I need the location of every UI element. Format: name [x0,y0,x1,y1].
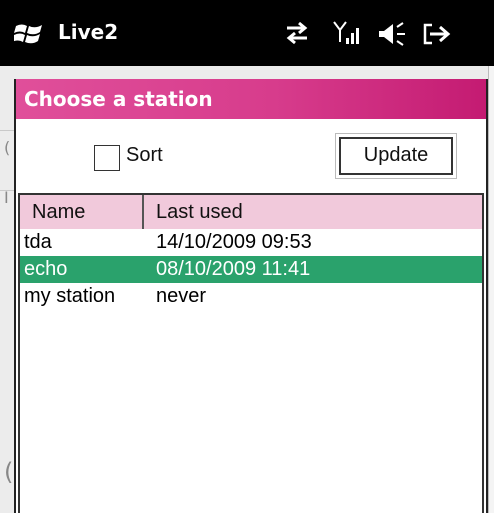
volume-icon[interactable] [377,20,407,48]
column-header-name[interactable]: Name [20,195,144,229]
list-header: Name Last used [20,195,482,229]
windows-logo-icon[interactable] [14,22,44,46]
app-title: Live2 [58,20,119,44]
list-row[interactable]: my station never [20,283,482,310]
scrollbar[interactable] [488,66,494,513]
sort-label[interactable]: Sort [126,144,163,167]
data-connection-icon[interactable] [283,20,311,46]
background-fragment: I [4,188,9,207]
background-fragment: ( [4,458,14,486]
update-button[interactable]: Update [335,133,457,179]
station-list[interactable]: Name Last used tda 14/10/2009 09:53 echo… [18,193,484,513]
list-row[interactable]: tda 14/10/2009 09:53 [20,229,482,256]
list-row-selected[interactable]: echo 08/10/2009 11:41 [20,256,482,283]
station-name: my station [24,285,116,307]
background-fragment: ( [4,138,11,157]
station-last-used: 14/10/2009 09:53 [156,231,312,253]
station-last-used: never [156,285,207,307]
station-name: tda [24,231,52,253]
signal-strength-icon[interactable] [332,20,366,50]
choose-station-dialog: Choose a station Sort Update Name Last u… [14,79,488,513]
station-name: echo [24,258,68,280]
dialog-title: Choose a station [16,79,486,119]
sort-checkbox[interactable] [94,145,120,171]
column-header-last-used[interactable]: Last used [144,195,482,229]
exit-icon[interactable] [422,20,456,48]
status-bar: Live2 [0,0,494,66]
station-last-used: 08/10/2009 11:41 [156,258,311,280]
